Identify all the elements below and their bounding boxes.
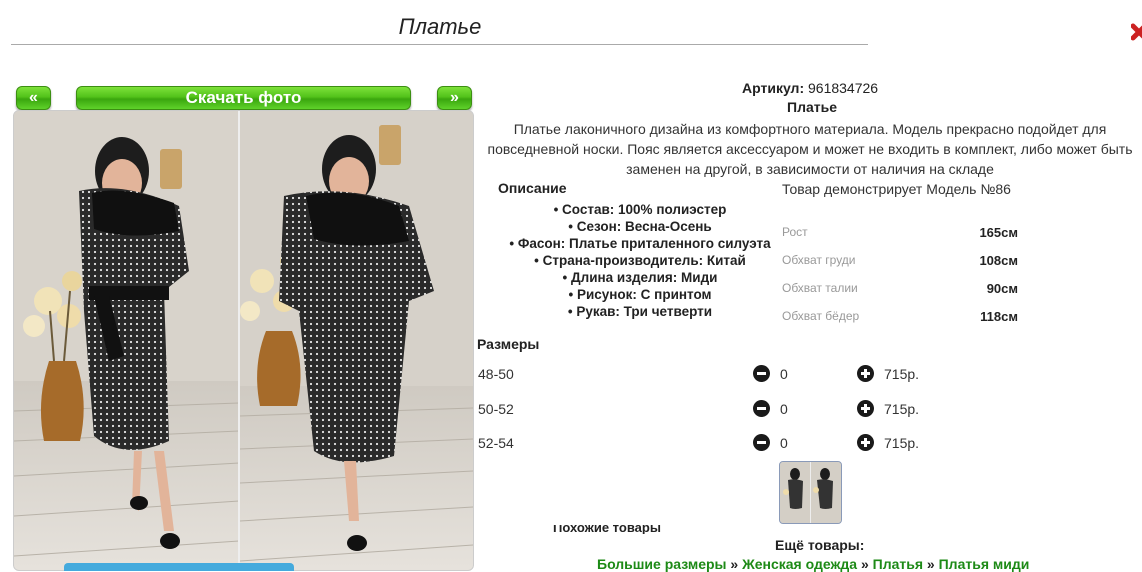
prev-photo-button[interactable]: « bbox=[16, 86, 51, 110]
photo-scrollbar[interactable] bbox=[64, 563, 294, 571]
size-price: 715р. bbox=[884, 401, 920, 417]
model-heading: Товар демонстрирует Модель №86 bbox=[782, 181, 1011, 197]
plus-circle-icon[interactable] bbox=[857, 400, 874, 417]
similar-products-heading: Похожие товары bbox=[553, 525, 713, 534]
product-photo[interactable] bbox=[13, 110, 474, 571]
breadcrumb-link[interactable]: Большие размеры bbox=[597, 556, 727, 572]
spec-item: Длина изделия: Миди bbox=[470, 269, 810, 286]
spec-item: Рисунок: С принтом bbox=[470, 286, 810, 303]
breadcrumb: Большие размеры » Женская одежда » Плать… bbox=[597, 556, 1029, 572]
spec-item: Страна-производитель: Китай bbox=[470, 252, 810, 269]
quantity-value: 0 bbox=[780, 401, 788, 417]
measurement-label: Рост bbox=[782, 225, 808, 239]
measurement-value: 108см bbox=[979, 253, 1018, 268]
spec-item: Состав: 100% полиэстер bbox=[470, 201, 810, 218]
size-price: 715р. bbox=[884, 366, 920, 382]
breadcrumb-link[interactable]: Женская одежда bbox=[742, 556, 857, 572]
more-products-heading: Ещё товары: bbox=[775, 537, 865, 553]
quantity-value: 0 bbox=[780, 366, 788, 382]
download-photo-button[interactable]: Скачать фото bbox=[76, 86, 411, 110]
measurement-label: Обхват талии bbox=[782, 281, 858, 295]
size-label: 48-50 bbox=[478, 366, 514, 382]
spec-item: Сезон: Весна-Осень bbox=[470, 218, 810, 235]
breadcrumb-separator: » bbox=[730, 556, 739, 572]
size-label: 50-52 bbox=[478, 401, 514, 417]
product-name: Платье bbox=[787, 99, 837, 115]
minus-circle-icon[interactable] bbox=[753, 400, 770, 417]
title-divider bbox=[11, 44, 868, 45]
measurement-value: 90см bbox=[986, 281, 1018, 296]
description-heading: Описание bbox=[498, 180, 567, 196]
breadcrumb-link[interactable]: Платья миди bbox=[939, 556, 1030, 572]
measurement-value: 165см bbox=[979, 225, 1018, 240]
measurement-label: Обхват груди bbox=[782, 253, 856, 267]
minus-circle-icon[interactable] bbox=[753, 434, 770, 451]
spec-list: Состав: 100% полиэстер Сезон: Весна-Осен… bbox=[470, 201, 810, 320]
sizes-heading: Размеры bbox=[477, 336, 540, 352]
minus-circle-icon[interactable] bbox=[753, 365, 770, 382]
close-icon[interactable] bbox=[1130, 18, 1142, 48]
breadcrumb-link[interactable]: Платья bbox=[873, 556, 923, 572]
size-label: 52-54 bbox=[478, 435, 514, 451]
breadcrumb-separator: » bbox=[926, 556, 935, 572]
size-price: 715р. bbox=[884, 435, 920, 451]
spec-item: Рукав: Три четверти bbox=[470, 303, 810, 320]
article-line: Артикул: 961834726 bbox=[742, 80, 878, 96]
page-title: Платье bbox=[398, 14, 482, 39]
product-description: Платье лаконичного дизайна из комфортног… bbox=[487, 121, 1133, 177]
measurement-label: Обхват бёдер bbox=[782, 309, 860, 323]
article-value: 961834726 bbox=[808, 80, 879, 96]
article-label: Артикул: bbox=[742, 80, 805, 96]
spec-item: Фасон: Платье приталенного силуэта bbox=[470, 235, 810, 252]
measurement-value: 118см bbox=[980, 309, 1018, 324]
plus-circle-icon[interactable] bbox=[857, 365, 874, 382]
next-photo-button[interactable]: » bbox=[437, 86, 472, 110]
quantity-value: 0 bbox=[780, 435, 788, 451]
breadcrumb-separator: » bbox=[860, 556, 869, 572]
plus-circle-icon[interactable] bbox=[857, 434, 874, 451]
photo-thumbnail[interactable] bbox=[779, 461, 842, 524]
similar-products-label: Похожие товары bbox=[553, 525, 661, 534]
